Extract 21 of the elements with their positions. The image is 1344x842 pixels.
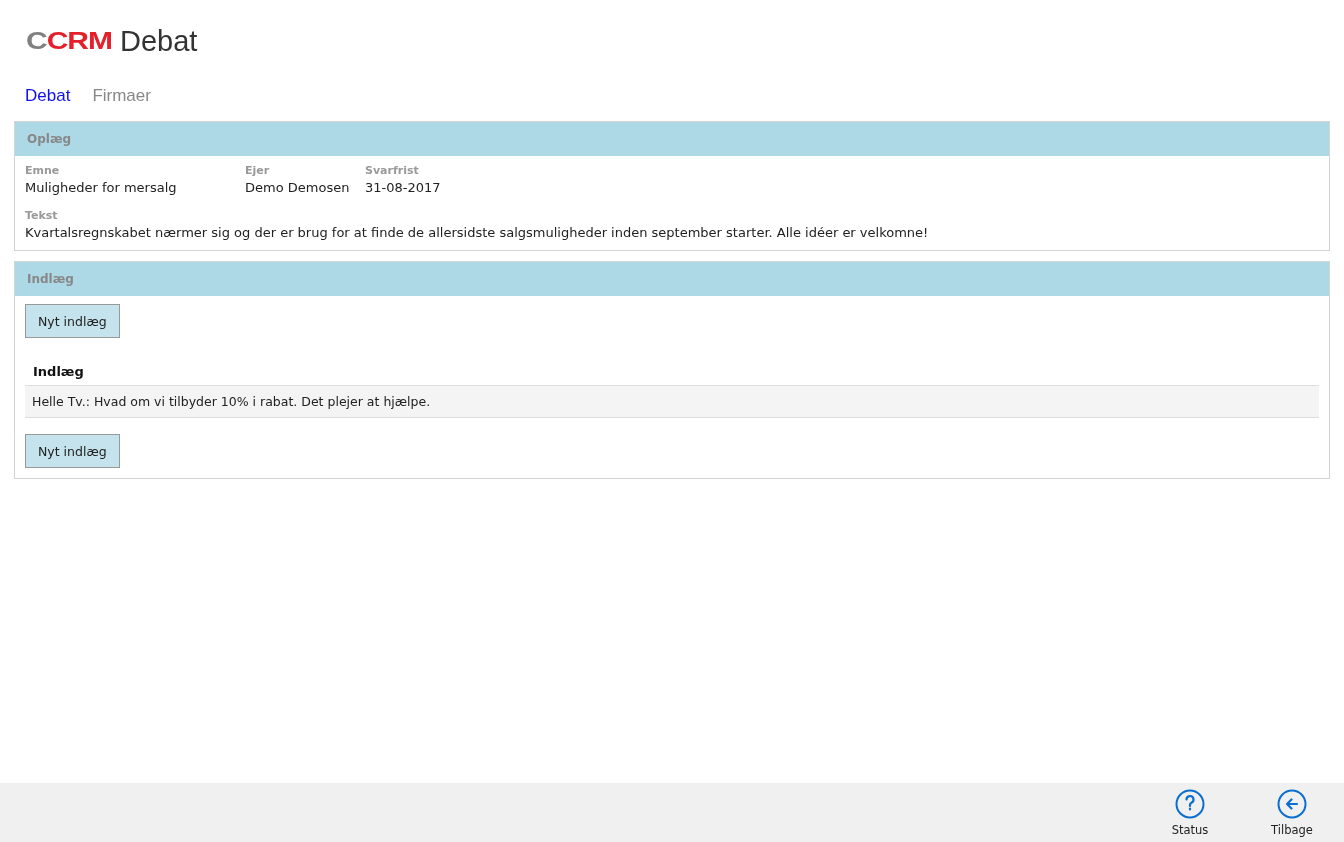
field-label: Emne (25, 164, 61, 177)
field-value: Muligheder for mersalg (25, 180, 178, 195)
new-post-button[interactable]: Nyt indlæg (25, 434, 120, 468)
status-button[interactable]: Status (1160, 783, 1220, 842)
field-label: Svarfrist (365, 164, 420, 177)
description-text: Kvartalsregnskabet nærmer sig og der er brug for at finde de allersidste salgsmuligheder inden september starter. Alle idéer er velkomne! (25, 225, 930, 240)
panel-header: Indlæg (15, 262, 1329, 296)
logo: CCRM (26, 26, 112, 56)
help-icon (1175, 789, 1205, 819)
list-heading: Indlæg (32, 363, 85, 381)
field-label: Tekst (25, 209, 59, 222)
post-row[interactable]: Helle Tv.: Hvad om vi tilbyder 10% i rabat. Det plejer at hjælpe. (25, 385, 1319, 418)
back-button[interactable]: Tilbage (1262, 783, 1322, 842)
field-label: Ejer (245, 164, 271, 177)
field-value: Demo Demosen (245, 180, 351, 195)
field-value: 31-08-2017 (365, 180, 442, 195)
nav-tab[interactable]: Debat (25, 86, 71, 108)
new-post-button[interactable]: Nyt indlæg (25, 304, 120, 338)
nav-tab[interactable]: Firmaer (92, 86, 151, 108)
panel-header: Oplæg (15, 122, 1329, 156)
app-title: Debat (120, 25, 198, 58)
